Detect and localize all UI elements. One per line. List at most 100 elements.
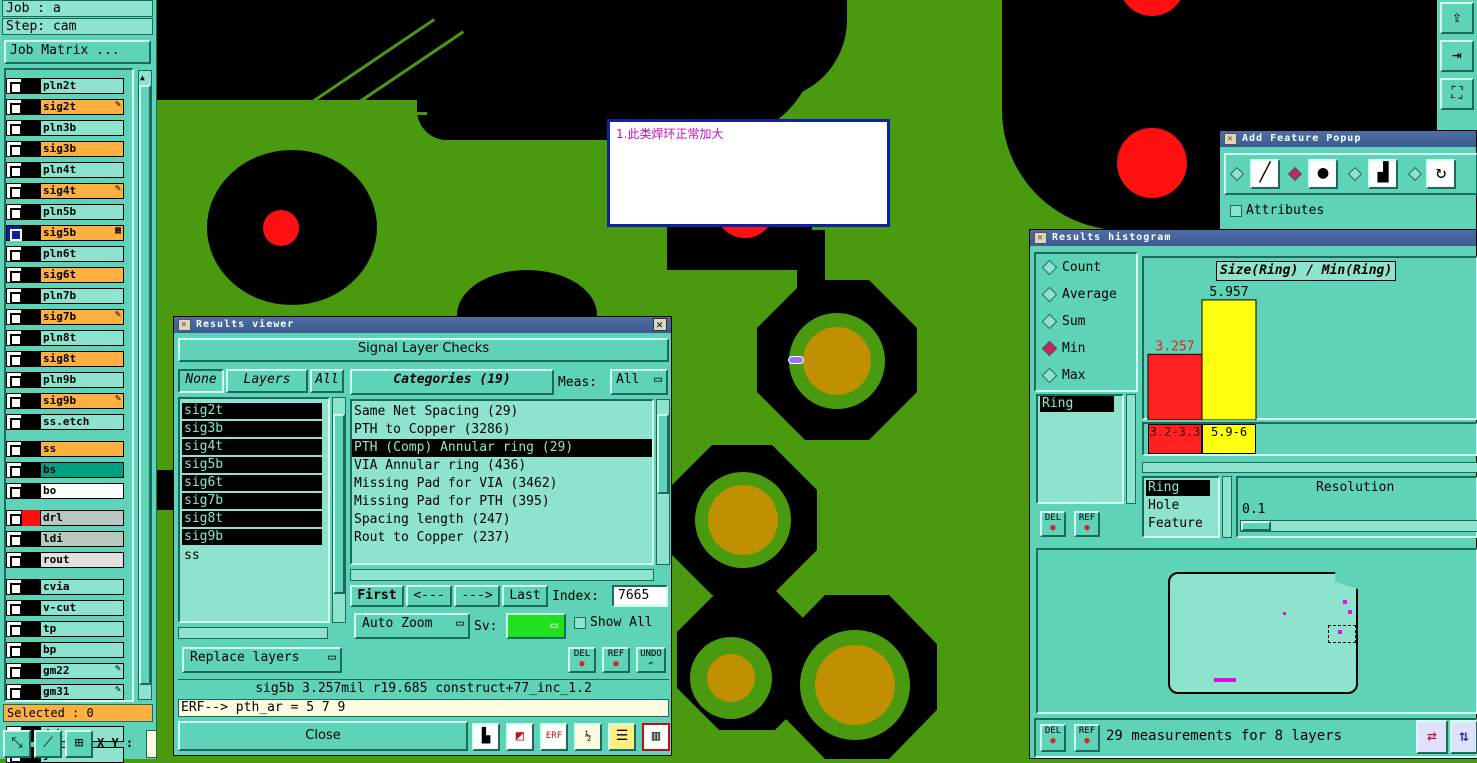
layer-color-swatch[interactable] bbox=[22, 288, 40, 304]
histogram-switch-icon[interactable]: ⇅ bbox=[1450, 720, 1477, 754]
viewer-layer-item[interactable]: sig8t bbox=[182, 511, 322, 527]
layer-color-swatch[interactable] bbox=[22, 372, 40, 388]
mode-radio-sum[interactable]: Sum bbox=[1042, 312, 1085, 332]
layer-color-swatch[interactable] bbox=[22, 99, 40, 115]
sv-color-dropdown[interactable]: ▭ bbox=[506, 613, 566, 639]
layer-row-sig3b[interactable]: sig3b bbox=[6, 141, 124, 157]
drill-hole[interactable] bbox=[1117, 128, 1187, 198]
hist-ref-button[interactable]: REF ● bbox=[1074, 511, 1100, 537]
last-button[interactable]: Last bbox=[502, 585, 548, 607]
histogram-bar[interactable] bbox=[1201, 299, 1257, 420]
layer-row-pln9b[interactable]: pln9b bbox=[6, 372, 124, 388]
layer-name[interactable]: ss bbox=[40, 441, 124, 457]
attr-item-ring[interactable]: Ring bbox=[1146, 480, 1210, 496]
arc-icon[interactable]: ↻ bbox=[1426, 159, 1456, 189]
layer-color-swatch[interactable] bbox=[22, 462, 40, 478]
layer-checkbox[interactable] bbox=[6, 204, 22, 220]
histogram-export-icon[interactable]: ⇄ bbox=[1416, 720, 1448, 754]
layer-name[interactable]: sig8t bbox=[40, 351, 124, 367]
layer-color-swatch[interactable] bbox=[22, 246, 40, 262]
category-item[interactable]: Same Net Spacing (29) bbox=[352, 403, 652, 421]
map-del-button[interactable]: DEL ● bbox=[1040, 724, 1066, 752]
histogram-icon[interactable]: ▥ bbox=[642, 723, 670, 751]
layer-checkbox[interactable] bbox=[6, 393, 22, 409]
layer-name[interactable]: sig3b bbox=[40, 141, 124, 157]
layer-color-swatch[interactable] bbox=[22, 330, 40, 346]
surface-icon[interactable]: ▟ bbox=[1368, 159, 1398, 189]
layer-checkbox[interactable] bbox=[6, 141, 22, 157]
layer-row-pln2t[interactable]: pln2t bbox=[6, 78, 124, 94]
layer-color-swatch[interactable] bbox=[22, 663, 40, 679]
layer-name[interactable]: sig7b bbox=[40, 309, 124, 325]
report-icon[interactable]: ◩ bbox=[506, 723, 534, 751]
window-menu-icon[interactable]: ✕ bbox=[1224, 133, 1237, 145]
layer-name[interactable]: pln7b bbox=[40, 288, 124, 304]
viewer-ref-button[interactable]: REF ● bbox=[602, 647, 630, 673]
layer-row-pln3b[interactable]: pln3b bbox=[6, 120, 124, 136]
layer-checkbox[interactable] bbox=[6, 684, 22, 700]
ring-scrollbar[interactable] bbox=[1126, 394, 1136, 504]
layer-name[interactable]: sig2t bbox=[40, 99, 124, 115]
layer-row-pln8t[interactable]: pln8t bbox=[6, 330, 124, 346]
layer-color-swatch[interactable] bbox=[22, 351, 40, 367]
layer-checkbox[interactable] bbox=[6, 621, 22, 637]
layer-name[interactable]: bo bbox=[40, 483, 124, 499]
category-item[interactable]: VIA Annular ring (436) bbox=[352, 457, 652, 475]
attr-scrollbar[interactable] bbox=[1222, 476, 1232, 538]
layer-row-v-cut[interactable]: v-cut bbox=[6, 600, 124, 616]
layer-checkbox[interactable] bbox=[6, 309, 22, 325]
layer-row-sig6t[interactable]: sig6t bbox=[6, 267, 124, 283]
job-matrix-button[interactable]: Job Matrix ... bbox=[4, 40, 151, 64]
mode-radio-count[interactable]: Count bbox=[1042, 258, 1101, 278]
layer-row-ldi[interactable]: ldi bbox=[6, 531, 124, 547]
import-icon[interactable]: ⇥ bbox=[1440, 40, 1474, 72]
layer-name[interactable]: v-cut bbox=[40, 600, 124, 616]
layer-checkbox[interactable] bbox=[6, 330, 22, 346]
layer-row-drl[interactable]: drl bbox=[6, 510, 124, 526]
layer-name[interactable]: bp bbox=[40, 642, 124, 658]
note-box[interactable]: 1.此类焊环正常加大 bbox=[607, 119, 890, 227]
layer-color-swatch[interactable] bbox=[22, 684, 40, 700]
layer-row-sig4t[interactable]: sig4t ✎ bbox=[6, 183, 124, 199]
next-button[interactable]: ---> bbox=[454, 585, 500, 607]
layer-checkbox[interactable] bbox=[6, 600, 22, 616]
layer-checkbox[interactable] bbox=[6, 183, 22, 199]
layer-row-gm31[interactable]: gm31 ✎ bbox=[6, 684, 124, 700]
layer-color-swatch[interactable] bbox=[22, 483, 40, 499]
layer-checkbox[interactable] bbox=[6, 351, 22, 367]
layer-checkbox[interactable] bbox=[6, 642, 22, 658]
grid-icon[interactable]: ⊞ bbox=[65, 730, 93, 758]
check-header[interactable]: Signal Layer Checks bbox=[178, 338, 669, 362]
snap-icon[interactable]: ⟋ bbox=[34, 730, 62, 758]
viewer-del-button[interactable]: DEL ● bbox=[568, 647, 596, 673]
layer-row-rout[interactable]: rout bbox=[6, 552, 124, 568]
layer-color-swatch[interactable] bbox=[22, 183, 40, 199]
show-all-checkbox[interactable] bbox=[574, 617, 586, 629]
layer-row-pln4t[interactable]: pln4t bbox=[6, 162, 124, 178]
layer-checkbox[interactable] bbox=[6, 288, 22, 304]
layer-checkbox[interactable] bbox=[6, 120, 22, 136]
measure-icon[interactable]: ⤡ bbox=[3, 730, 31, 758]
layer-row-ss[interactable]: ss bbox=[6, 441, 124, 457]
layer-name[interactable]: tp bbox=[40, 621, 124, 637]
layer-color-swatch[interactable] bbox=[22, 642, 40, 658]
layer-row-bo[interactable]: bo bbox=[6, 483, 124, 499]
ring-list-item[interactable]: Ring bbox=[1040, 396, 1114, 412]
layer-checkbox[interactable] bbox=[6, 510, 22, 526]
layer-name[interactable]: bs bbox=[40, 462, 124, 478]
layer-color-swatch[interactable] bbox=[22, 531, 40, 547]
category-item[interactable]: Rout to Copper (237) bbox=[352, 529, 652, 547]
attributes-checkbox[interactable] bbox=[1230, 205, 1242, 217]
layer-color-swatch[interactable] bbox=[22, 225, 40, 241]
resolution-slider[interactable] bbox=[1240, 520, 1477, 532]
layer-checkbox[interactable] bbox=[6, 162, 22, 178]
drill-hole[interactable] bbox=[263, 210, 299, 246]
layer-name[interactable]: pln9b bbox=[40, 372, 124, 388]
none-button[interactable]: None bbox=[178, 369, 224, 393]
all-layers-button[interactable]: All bbox=[310, 369, 344, 393]
layer-color-swatch[interactable] bbox=[22, 393, 40, 409]
prev-button[interactable]: <--- bbox=[406, 585, 452, 607]
category-item[interactable]: Missing Pad for PTH (395) bbox=[352, 493, 652, 511]
layer-row-pln6t[interactable]: pln6t bbox=[6, 246, 124, 262]
layer-row-sig7b[interactable]: sig7b ✎ bbox=[6, 309, 124, 325]
